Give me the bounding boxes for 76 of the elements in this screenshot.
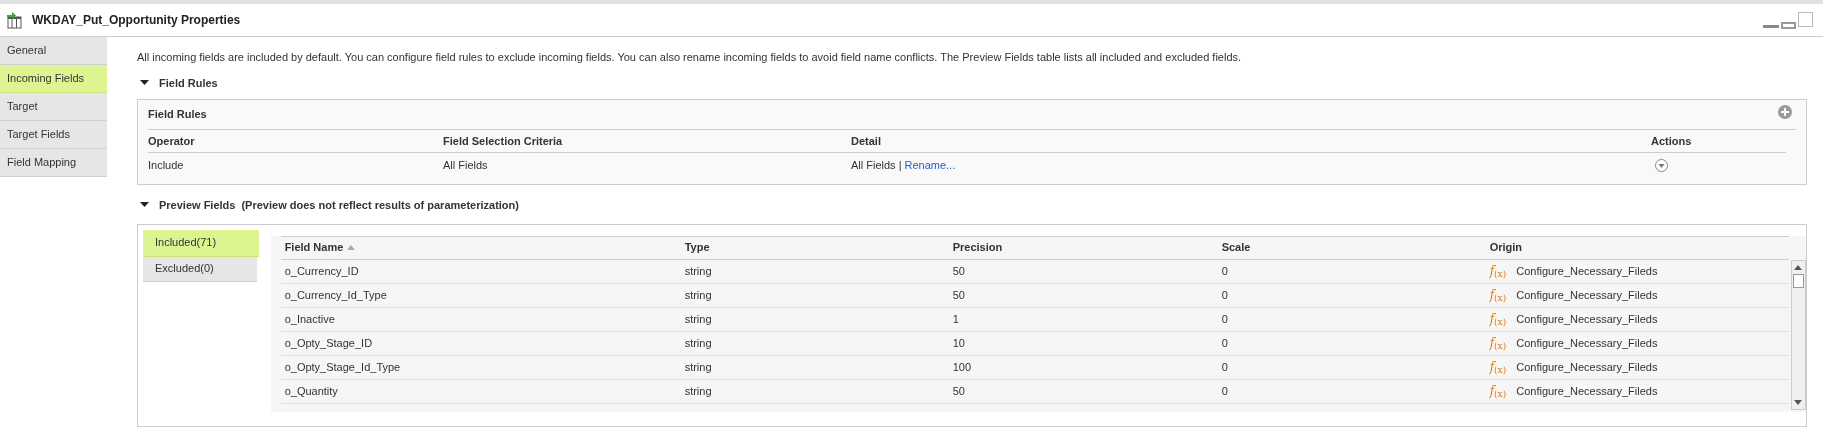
function-icon: f$_{(x)}$: [1489, 385, 1507, 397]
column-header: Detail: [851, 133, 882, 149]
restore-button[interactable]: [1781, 21, 1796, 29]
scroll-thumb[interactable]: [1792, 273, 1804, 288]
sidebar-item[interactable]: Target Fields: [0, 121, 107, 149]
filter-tab[interactable]: Included(71): [143, 229, 259, 257]
column-header: Actions: [1651, 133, 1693, 149]
table-cell-text: o_Quantity: [284, 383, 339, 399]
sidebar-item[interactable]: Incoming Fields: [0, 65, 107, 93]
section-heading[interactable]: Preview Fields: [159, 197, 236, 214]
collapse-caret-icon[interactable]: [140, 202, 149, 209]
scroll-up-icon[interactable]: [1794, 263, 1803, 270]
scrollbar[interactable]: [1790, 259, 1806, 410]
table-cell-text: All Fields: [443, 157, 489, 173]
table-cell-text: 0: [1221, 359, 1229, 375]
table-cell-text: string: [684, 311, 713, 327]
panel-title: Field Rules: [148, 107, 207, 123]
table-cell-text: 0: [1221, 287, 1229, 303]
table-cell-text: Configure_Necessary_Fileds: [1516, 263, 1658, 279]
table-cell-text: 100: [952, 359, 972, 375]
table-cell-text: string: [684, 383, 713, 399]
table-cell-text: 50: [952, 263, 966, 279]
table-cell-text: o_Opty_Stage_Id_Type: [284, 359, 402, 375]
section-heading[interactable]: Field Rules: [159, 74, 218, 91]
table-cell-text: o_Opty_Stage_ID: [284, 335, 374, 351]
table-cell-text: 1: [952, 311, 960, 327]
sort-ascending-icon[interactable]: [347, 245, 356, 250]
dropdown-icon[interactable]: [1655, 158, 1668, 172]
table-cell-text: o_Currency_Id_Type: [284, 287, 388, 303]
table-cell-text: Configure_Necessary_Fileds: [1516, 335, 1658, 351]
rename-link[interactable]: Rename...: [904, 156, 956, 174]
table-cell-text: string: [684, 263, 713, 279]
description-text: All incoming fields are included by default. You can configure field rules to exclude incoming fields. You can also rename incoming fields to avoid field name conflicts. The Preview Fields table lists all included and excluded fields.: [137, 50, 1243, 65]
table-cell-text: All Fields: [851, 157, 896, 173]
maximize-button[interactable]: [1798, 11, 1813, 27]
column-header[interactable]: Type: [684, 239, 710, 256]
filter-tab[interactable]: Excluded(0): [143, 256, 257, 282]
table-cell-text: string: [684, 287, 713, 303]
sidebar-item[interactable]: Target: [0, 93, 107, 121]
table-cell-text: string: [684, 359, 713, 375]
table-cell-text: 50: [952, 287, 966, 303]
table-cell-text: 50: [952, 383, 966, 399]
sidebar-item[interactable]: General: [0, 37, 107, 65]
column-header[interactable]: Field Name: [284, 239, 344, 256]
scroll-down-icon[interactable]: [1794, 399, 1803, 406]
table-cell-text: 0: [1221, 311, 1229, 327]
table-cell-text: Configure_Necessary_Fileds: [1516, 287, 1658, 303]
add-icon[interactable]: [1778, 104, 1792, 119]
function-icon: f$_{(x)}$: [1489, 361, 1507, 373]
column-header[interactable]: Precision: [952, 239, 1003, 256]
table-cell-text: string: [684, 335, 713, 351]
table-icon: [6, 11, 24, 29]
function-icon: f$_{(x)}$: [1489, 337, 1507, 349]
column-header: Operator: [148, 133, 196, 149]
section-note: (Preview does not reflect results of parameterization): [241, 198, 519, 213]
column-header: Field Selection Criteria: [443, 133, 564, 149]
table-cell-text: 0: [1221, 383, 1229, 399]
table-cell-text: o_Inactive: [284, 311, 336, 327]
table-cell-text: Configure_Necessary_Fileds: [1516, 359, 1658, 375]
table-cell-text: Configure_Necessary_Fileds: [1516, 383, 1658, 399]
column-header[interactable]: Scale: [1221, 239, 1251, 256]
table-cell-text: 0: [1221, 335, 1229, 351]
minimize-button[interactable]: [1763, 24, 1779, 28]
window-title: WKDAY_Put_Opportunity Properties: [32, 12, 241, 29]
function-icon: f$_{(x)}$: [1489, 289, 1507, 301]
table-cell-text: 0: [1221, 263, 1229, 279]
function-icon: f$_{(x)}$: [1489, 313, 1507, 325]
collapse-caret-icon[interactable]: [140, 79, 149, 86]
table-cell-text: 10: [952, 335, 966, 351]
sidebar-item[interactable]: Field Mapping: [0, 149, 107, 177]
table-cell-text: Configure_Necessary_Fileds: [1516, 311, 1658, 327]
separator-text: |: [898, 157, 902, 173]
column-header[interactable]: Origin: [1489, 239, 1523, 256]
table-cell-text: o_Currency_ID: [284, 263, 360, 279]
table-cell-text: Include: [148, 157, 185, 173]
function-icon: f$_{(x)}$: [1489, 265, 1507, 277]
